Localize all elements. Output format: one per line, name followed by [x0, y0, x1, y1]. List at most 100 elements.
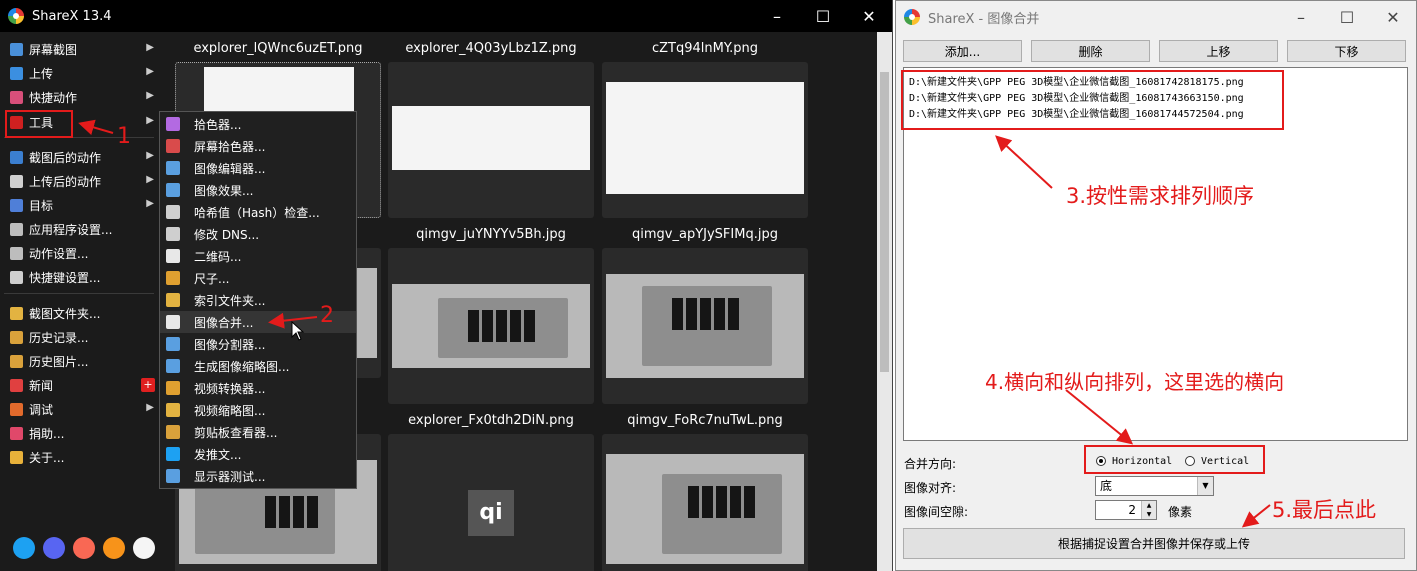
chevron-right-icon: ▶	[146, 66, 154, 77]
dns-icon	[166, 227, 180, 241]
vertical-label[interactable]: Vertical	[1201, 456, 1249, 467]
move-up-button[interactable]: 上移	[1159, 40, 1278, 62]
submenu-item-5[interactable]: 修改 DNS...	[160, 223, 356, 245]
spacing-label: 图像间空隙:	[904, 505, 969, 519]
folder-icon	[10, 306, 23, 320]
submenu-item-15[interactable]: 发推文...	[160, 443, 356, 465]
chevron-down-icon[interactable]: ▼	[1197, 477, 1213, 495]
menu-item-0[interactable]: 屏幕截图 ▶	[0, 37, 160, 61]
patreon-icon[interactable]	[73, 537, 95, 559]
menu-item-9[interactable]: 快捷键设置...	[0, 265, 160, 289]
sharex-main-window: ShareX 13.4 – ☐ ✕ 屏幕截图 ▶ 上传 ▶ 快捷动作 ▶ 工具 ▶ 截图后的动作…	[0, 0, 893, 571]
thumbnail-item[interactable]: qimgv_FoRc7nuTwL.png	[602, 408, 808, 571]
maximize-icon[interactable]: ☐	[1324, 1, 1370, 33]
image-history-icon	[10, 354, 23, 368]
submenu-item-4[interactable]: 哈希值（Hash）检查...	[160, 201, 356, 223]
twitter-icon[interactable]	[13, 537, 35, 559]
minimize-icon[interactable]: –	[754, 0, 800, 32]
submenu-item-label: 尺子...	[194, 271, 230, 286]
image-splitter-icon	[166, 337, 180, 351]
horizontal-radio[interactable]	[1096, 456, 1106, 466]
combine-save-button[interactable]: 根据捕捉设置合并图像并保存或上传	[903, 528, 1405, 559]
menu-item-8[interactable]: 动作设置...	[0, 241, 160, 265]
submenu-item-16[interactable]: 显示器测试...	[160, 465, 356, 487]
bitcoin-icon[interactable]	[103, 537, 125, 559]
image-editor-icon	[166, 161, 180, 175]
megaphone-icon	[10, 378, 23, 392]
submenu-item-2[interactable]: 图像编辑器...	[160, 157, 356, 179]
horizontal-label[interactable]: Horizontal	[1112, 456, 1172, 467]
spacing-stepper[interactable]: 2 ▲ ▼	[1095, 500, 1157, 520]
align-select[interactable]: 底 ▼	[1095, 476, 1214, 496]
screen-capture-icon	[10, 42, 23, 56]
menu-item-10[interactable]: 截图文件夹...	[0, 301, 160, 325]
menu-item-11[interactable]: 历史记录...	[0, 325, 160, 349]
discord-icon[interactable]	[43, 537, 65, 559]
placeholder-logo-icon: qi	[468, 490, 514, 536]
github-icon[interactable]	[133, 537, 155, 559]
menu-item-16[interactable]: 关于...	[0, 445, 160, 469]
combiner-titlebar[interactable]: ShareX - 图像合并 – ☐ ✕	[896, 1, 1416, 33]
move-down-button[interactable]: 下移	[1287, 40, 1406, 62]
thumbnail-item[interactable]: cZTq94lnMY.png	[602, 36, 808, 218]
submenu-item-1[interactable]: 屏幕拾色器...	[160, 135, 356, 157]
vertical-radio[interactable]	[1185, 456, 1195, 466]
thumbnail-item[interactable]: explorer_Fx0tdh2DiN.png qi	[388, 408, 594, 571]
submenu-item-6[interactable]: 二维码...	[160, 245, 356, 267]
stepper-up-icon[interactable]: ▲	[1141, 501, 1156, 510]
submenu-item-11[interactable]: 生成图像缩略图...	[160, 355, 356, 377]
menu-item-5[interactable]: 上传后的动作 ▶	[0, 169, 160, 193]
submenu-item-10[interactable]: 图像分割器...	[160, 333, 356, 355]
maximize-icon[interactable]: ☐	[800, 0, 846, 32]
menu-item-4[interactable]: 截图后的动作 ▶	[0, 145, 160, 169]
combiner-window-title: ShareX - 图像合并	[928, 11, 1040, 27]
chevron-right-icon: ▶	[146, 90, 154, 101]
submenu-item-12[interactable]: 视频转换器...	[160, 377, 356, 399]
annotation-step-5: 5.最后点此	[1272, 498, 1377, 522]
menu-item-label: 新闻	[29, 378, 54, 393]
menu-item-7[interactable]: 应用程序设置...	[0, 217, 160, 241]
menu-item-2[interactable]: 快捷动作 ▶	[0, 85, 160, 109]
thumbnail-item[interactable]: qimgv_juYNYYv5Bh.jpg	[388, 222, 594, 404]
menu-item-13[interactable]: 新闻	[0, 373, 160, 397]
menu-item-label: 历史图片...	[29, 354, 89, 369]
thumbnail-name: explorer_lQWnc6uzET.png	[193, 41, 363, 56]
list-item[interactable]: D:\新建文件夹\GPP PEG 3D模型\企业微信截图_16081742818…	[909, 75, 1244, 91]
close-icon[interactable]: ✕	[1370, 1, 1416, 33]
menu-item-6[interactable]: 目标 ▶	[0, 193, 160, 217]
submenu-item-3[interactable]: 图像效果...	[160, 179, 356, 201]
list-item[interactable]: D:\新建文件夹\GPP PEG 3D模型\企业微信截图_16081744572…	[909, 107, 1244, 123]
minimize-icon[interactable]: –	[1278, 1, 1324, 33]
scrollbar-thumb[interactable]	[880, 72, 889, 372]
thumbnail-item[interactable]: explorer_4Q03yLbz1Z.png	[388, 36, 594, 218]
wrench-icon	[10, 222, 23, 236]
menu-item-label: 上传	[29, 66, 54, 81]
video-converter-icon	[166, 381, 180, 395]
submenu-item-0[interactable]: 拾色器...	[160, 113, 356, 135]
menu-item-3[interactable]: 工具 ▶	[0, 110, 160, 134]
menu-item-1[interactable]: 上传 ▶	[0, 61, 160, 85]
close-icon[interactable]: ✕	[846, 0, 892, 32]
menu-item-label: 快捷动作	[29, 90, 78, 105]
list-item[interactable]: D:\新建文件夹\GPP PEG 3D模型\企业微信截图_16081743663…	[909, 91, 1244, 107]
submenu-item-14[interactable]: 剪贴板查看器...	[160, 421, 356, 443]
add-button[interactable]: 添加...	[903, 40, 1022, 62]
twitter-icon	[166, 447, 180, 461]
keyboard-icon	[10, 270, 23, 284]
vertical-scrollbar[interactable]	[877, 32, 892, 571]
remove-button[interactable]: 删除	[1031, 40, 1150, 62]
thumbnail-name: qimgv_juYNYYv5Bh.jpg	[416, 227, 566, 242]
submenu-item-label: 图像编辑器...	[194, 161, 266, 176]
menu-item-15[interactable]: 捐助...	[0, 421, 160, 445]
menu-item-label: 动作设置...	[29, 246, 89, 261]
stepper-down-icon[interactable]: ▼	[1141, 510, 1156, 519]
menu-item-12[interactable]: 历史图片...	[0, 349, 160, 373]
thumbnail-image	[602, 434, 808, 571]
submenu-item-7[interactable]: 尺子...	[160, 267, 356, 289]
thumbnail-name: cZTq94lnMY.png	[651, 41, 759, 56]
main-titlebar[interactable]: ShareX 13.4 – ☐ ✕	[0, 0, 892, 32]
menu-item-14[interactable]: 调试 ▶	[0, 397, 160, 421]
image-combiner-window: ShareX - 图像合并 – ☐ ✕ 添加... 删除 上移 下移 D:\新建…	[895, 0, 1417, 571]
submenu-item-13[interactable]: 视频缩略图...	[160, 399, 356, 421]
thumbnail-item[interactable]: qimgv_apYJySFIMq.jpg	[602, 222, 808, 404]
